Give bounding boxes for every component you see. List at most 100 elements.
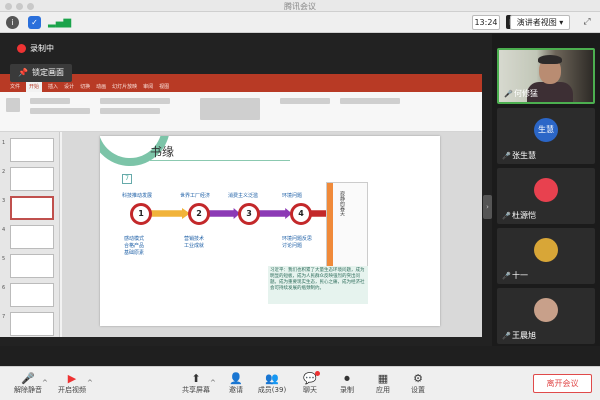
add-user-icon: 👤 <box>229 372 243 385</box>
participants-panel: 🎤 何修猛 生慧 🎤 张生慧 🎤 杜源恺 🎤 十一 🎤 王晨旭 <box>492 34 600 346</box>
avatar <box>534 238 558 262</box>
meeting-toolbar: 🎤 解除静音 ^ ▶ 开启视频 ^ ⬆ 共享屏幕 ^ 👤 邀请 👥 成员(39)… <box>0 366 600 400</box>
chat-button[interactable]: 💬 聊天 <box>290 371 330 399</box>
ppt-tab[interactable]: 设计 <box>64 82 74 92</box>
speaker-view-button[interactable]: 演讲者视图 ▾ <box>510 15 570 30</box>
members-label: 成员(39) <box>257 386 287 394</box>
start-video-label: 开启视频 <box>58 386 86 394</box>
meeting-topbar: i ✓ ▂▄▆ 13:24 ▦ 演讲者视图 ▾ ⤢ <box>0 12 600 33</box>
invite-button[interactable]: 👤 邀请 <box>216 371 256 399</box>
members-button[interactable]: 👥 成员(39) <box>252 371 292 399</box>
ribbon-group-paragraph <box>100 98 170 104</box>
lock-screen-button[interactable]: 📌 锁定画面 <box>10 64 72 82</box>
ribbon-group-font-2 <box>30 108 90 114</box>
window-title: 腾讯会议 <box>284 2 316 11</box>
flow-top-label: 世界工厂经济 <box>180 193 211 199</box>
members-icon: 👥 <box>265 372 279 385</box>
apps-button[interactable]: ▦ 应用 <box>363 371 403 399</box>
participant-name: 王晨旭 <box>512 331 536 340</box>
book-title: 寂静的春天 <box>339 191 345 216</box>
ppt-tab[interactable]: 开始 <box>26 82 43 92</box>
ppt-ribbon-tabs: 文件 开始 插入 设计 切换 动画 幻灯片放映 审阅 视图 <box>0 82 482 92</box>
shield-icon[interactable]: ✓ <box>28 16 41 29</box>
flow-arrow <box>208 208 240 219</box>
slide-thumbnail[interactable] <box>10 196 54 220</box>
slide-quote: 习近平：我们也积累了大量生态环境问题，成为明显的短板，成为人民群众反映强烈的突出… <box>268 266 368 304</box>
settings-button[interactable]: ⚙ 设置 <box>398 371 438 399</box>
unread-badge <box>315 371 320 376</box>
video-off-icon: ▶ <box>67 372 77 385</box>
mic-off-icon: 🎤 <box>502 331 511 340</box>
pin-icon: 📌 <box>18 68 28 77</box>
flow-arrow <box>258 208 292 219</box>
slide-thumbnail-number: 7 <box>2 314 6 320</box>
ribbon-group-drawing <box>200 98 260 120</box>
recording-dot-icon <box>17 44 26 53</box>
unmute-label: 解除静音 <box>14 386 42 394</box>
participant-name-row: 🎤 张生慧 <box>502 150 536 161</box>
participant-name-row: 🎤 十一 <box>502 270 528 281</box>
ppt-tab[interactable]: 审阅 <box>143 82 153 92</box>
slide-thumbnail-number: 1 <box>2 140 6 146</box>
ppt-tab[interactable]: 文件 <box>10 82 20 92</box>
participant-tile[interactable]: 生慧 🎤 张生慧 <box>497 108 595 164</box>
window-titlebar: 腾讯会议 <box>0 0 600 12</box>
slide-canvas: 书缘 7 12345科技推动发展世界工厂经济消费主义泛滥环境问题环境伦理感动模式… <box>62 132 482 337</box>
signal-icon[interactable]: ▂▄▆ <box>48 16 71 29</box>
slide-thumbnail[interactable] <box>10 283 54 307</box>
chat-label: 聊天 <box>303 386 317 394</box>
chevron-up-icon[interactable]: ^ <box>42 379 48 387</box>
slide-thumbnail[interactable] <box>10 225 54 249</box>
flow-node: 4 <box>290 203 312 225</box>
apps-icon: ▦ <box>377 372 389 385</box>
participant-name: 杜源恺 <box>512 211 536 220</box>
record-icon: ⏺ <box>344 372 350 385</box>
participant-tile[interactable]: 🎤 十一 <box>497 228 595 284</box>
mic-icon: 🎤 <box>504 89 513 98</box>
lock-screen-label: 锁定画面 <box>31 68 64 77</box>
slide-thumbnail[interactable] <box>10 138 54 162</box>
collapse-panel-handle[interactable]: › <box>483 195 492 219</box>
ppt-tab[interactable]: 幻灯片放映 <box>112 82 137 92</box>
bottom-spacer <box>0 346 600 366</box>
slide-thumbnail-number: 6 <box>2 285 6 291</box>
fullscreen-icon[interactable]: ⤢ <box>580 15 594 29</box>
video-person-hair <box>538 55 562 64</box>
info-icon[interactable]: i <box>6 16 19 29</box>
participant-tile[interactable]: 🎤 何修猛 <box>497 48 595 104</box>
slide-thumbnail-number: 2 <box>2 169 6 175</box>
ppt-tab[interactable]: 视图 <box>159 82 169 92</box>
slide-thumbnail[interactable] <box>10 254 54 278</box>
ribbon-group-editing <box>280 98 330 104</box>
slide-thumbnail[interactable] <box>10 312 54 336</box>
ppt-tab[interactable]: 动画 <box>96 82 106 92</box>
mic-off-icon: 🎤 <box>502 151 511 160</box>
participant-name: 何修猛 <box>514 89 538 98</box>
start-video-button[interactable]: ▶ 开启视频 <box>52 371 92 399</box>
participant-name-row: 🎤 杜源恺 <box>502 210 536 221</box>
slide-tag: 7 <box>122 174 132 184</box>
ribbon-group-arrange <box>340 98 400 104</box>
paste-icon <box>6 98 20 112</box>
flow-top-label: 消费主义泛滥 <box>228 193 259 199</box>
ppt-tab[interactable]: 插入 <box>48 82 58 92</box>
chevron-up-icon[interactable]: ^ <box>210 379 216 387</box>
chat-icon: 💬 <box>303 372 317 385</box>
participant-tile[interactable]: 🎤 杜源恺 <box>497 168 595 224</box>
slide: 书缘 7 12345科技推动发展世界工厂经济消费主义泛滥环境问题环境伦理感动模式… <box>100 136 440 326</box>
record-button[interactable]: ⏺ 录制 <box>327 371 367 399</box>
ribbon-group-paragraph-2 <box>100 108 160 114</box>
participant-name: 十一 <box>512 271 528 280</box>
gear-icon: ⚙ <box>413 372 423 385</box>
mic-off-icon: 🎤 <box>502 271 511 280</box>
participant-name: 张生慧 <box>512 151 536 160</box>
ribbon-group-font <box>30 98 70 104</box>
leave-meeting-button[interactable]: 离开会议 <box>533 374 592 393</box>
chevron-up-icon[interactable]: ^ <box>87 379 93 387</box>
view-label: 演讲者视图 <box>516 18 557 27</box>
ppt-tab[interactable]: 切换 <box>80 82 90 92</box>
avatar <box>534 178 558 202</box>
mic-off-icon: 🎤 <box>502 211 511 220</box>
participant-tile[interactable]: 🎤 王晨旭 <box>497 288 595 344</box>
slide-thumbnail[interactable] <box>10 167 54 191</box>
